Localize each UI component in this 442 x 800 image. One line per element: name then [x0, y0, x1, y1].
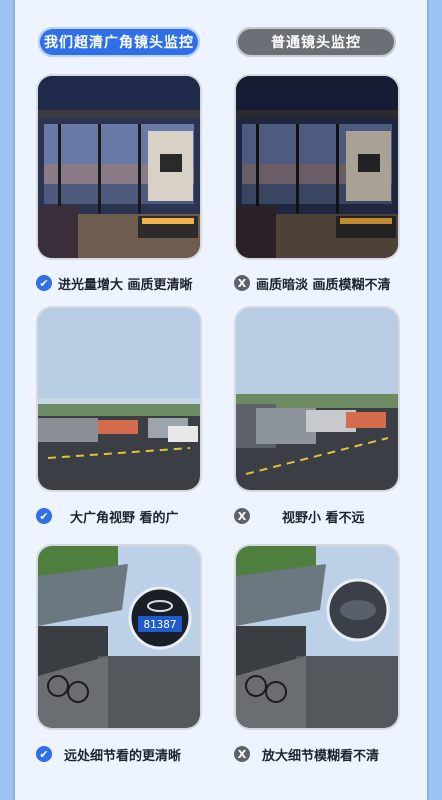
tab-normal-camera[interactable]: 普通镜头监控	[236, 27, 396, 57]
caption-narrow-view: X 视野小 看不远	[234, 506, 365, 526]
clear-interior-image	[38, 76, 200, 258]
blurry-bike-shed-image	[236, 546, 398, 728]
caption-text: 远处细节看的更清晰	[64, 748, 182, 764]
check-icon: ✔	[36, 508, 52, 524]
dim-interior-image	[236, 76, 398, 258]
detail-bike-shed-image: 81387	[38, 546, 200, 728]
license-plate-text: 81387	[143, 618, 176, 631]
x-icon: X	[234, 746, 250, 762]
caption-dim-quality: X 画质暗淡 画质模糊不清	[234, 273, 391, 293]
caption-detail-blurry: X 放大细节模糊看不清	[234, 744, 379, 764]
check-icon: ✔	[36, 275, 52, 291]
caption-clear-quality: ✔ 进光量增大 画质更清晰	[36, 273, 193, 293]
caption-text: 视野小 看不远	[282, 510, 365, 526]
caption-text: 大广角视野 看的广	[70, 510, 179, 526]
caption-text: 画质暗淡 画质模糊不清	[256, 277, 391, 293]
check-icon: ✔	[36, 746, 52, 762]
caption-detail-clear: ✔ 远处细节看的更清晰	[36, 744, 181, 764]
narrow-view-parking-image	[236, 308, 398, 490]
x-icon: X	[234, 275, 250, 291]
tab-ultra-wide-camera[interactable]: 我们超清广角镜头监控	[38, 27, 200, 57]
x-icon: X	[234, 508, 250, 524]
wide-angle-parking-image	[38, 308, 200, 490]
caption-text: 放大细节模糊看不清	[262, 748, 380, 764]
caption-text: 进光量增大 画质更清晰	[58, 277, 193, 293]
caption-wide-view: ✔ 大广角视野 看的广	[36, 506, 179, 526]
